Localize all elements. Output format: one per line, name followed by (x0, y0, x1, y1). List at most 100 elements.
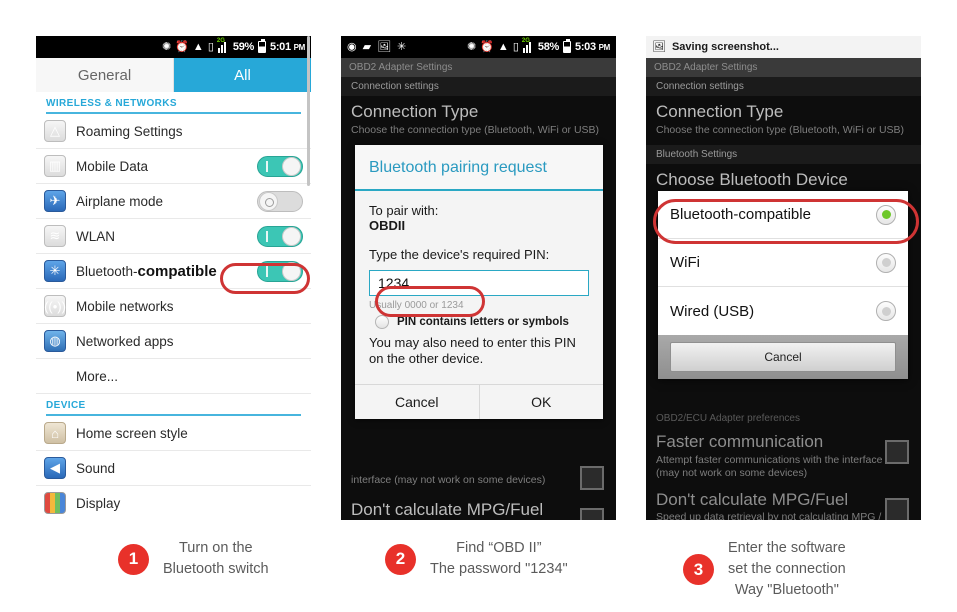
clock-label: 5:01 PM (270, 41, 305, 53)
pin-input[interactable]: 1234 (369, 270, 589, 296)
list-item-label: Bluetooth-compatible (76, 262, 217, 280)
chooser-option-wifi[interactable]: WiFi (658, 239, 908, 287)
background-lower-prefs: OBD2/ECU Adapter preferences Faster comm… (646, 411, 921, 520)
wifi-icon: ▲ (192, 40, 204, 53)
pref-title: Connection Type (351, 102, 479, 121)
step-badge: 2 (385, 543, 416, 575)
list-item-label: WLAN (76, 228, 116, 244)
list-item-airplane-mode[interactable]: ✈ Airplane mode (36, 184, 311, 219)
scrollbar[interactable] (307, 36, 310, 186)
dialog-body: To pair with: OBDII Type the device's re… (355, 191, 603, 376)
pref-dont-calculate-mpg[interactable]: Don't calculate MPG/Fuel Speed up data r… (646, 484, 921, 520)
device-name-label: OBDII (369, 218, 406, 233)
cancel-button[interactable]: Cancel (670, 342, 896, 372)
list-item-roaming-settings[interactable]: △ Roaming Settings (36, 114, 311, 149)
pref-checkbox[interactable] (580, 466, 604, 490)
list-item-label: Networked apps (76, 333, 174, 349)
airplane-mode-toggle[interactable] (257, 190, 303, 212)
pref-checkbox[interactable] (885, 440, 909, 464)
section-label-connection-settings: Connection settings (646, 77, 921, 96)
list-item-mobile-data[interactable]: ▥ Mobile Data (36, 149, 311, 184)
airplane-icon: ✈ (44, 190, 66, 212)
caption-text: Find “OBD II” The password "1234" (430, 538, 568, 580)
list-item-more[interactable]: More... (36, 359, 311, 394)
battery-icon (563, 39, 571, 53)
screenshot-icon: 🖼 (377, 40, 392, 53)
pref-faster-communication-tail[interactable]: interface (may not work on some devices) (341, 466, 616, 494)
chooser-option-wired-usb[interactable]: Wired (USB) (658, 287, 908, 335)
pref-description: Attempt faster communications with the i… (656, 453, 883, 479)
app-title-bar: OBD2 Adapter Settings (646, 58, 921, 77)
dialog-actions: Cancel OK (355, 383, 604, 419)
pref-dont-calculate-mpg[interactable]: Don't calculate MPG/Fuel Speed up data r… (341, 494, 616, 520)
pref-connection-type[interactable]: Connection Type Choose the connection ty… (646, 96, 921, 141)
pin-prompt-label: Type the device's required PIN: (369, 247, 550, 262)
step-badge: 1 (118, 543, 149, 575)
phone-screenshot-2: ◉ ▰ 🖼 ✳ ✺ ⏰ ▲ ▯ 2G 58% 5:03 PM OBD2 Adap… (341, 36, 616, 520)
pref-description: Choose the connection type (Bluetooth, W… (656, 123, 905, 136)
prefs-section-label: OBD2/ECU Adapter preferences (656, 413, 800, 424)
radio-button-selected[interactable] (876, 204, 896, 225)
bluetooth-pairing-dialog: Bluetooth pairing request To pair with: … (355, 145, 603, 419)
caption-text: Enter the software set the connection Wa… (728, 538, 846, 601)
caption-line: Enter the software (728, 540, 846, 556)
caption-line: Turn on the (178, 540, 253, 556)
step-badge: 3 (683, 554, 714, 586)
pref-title: Don't calculate MPG/Fuel (351, 500, 544, 519)
alarm-icon: ⏰ (480, 40, 494, 53)
mobile-data-toggle[interactable] (257, 155, 303, 177)
chooser-option-bluetooth-compatible[interactable]: Bluetooth-compatible (658, 191, 908, 239)
list-item-home-screen-style[interactable]: ⌂ Home screen style (36, 416, 311, 451)
caption-line: Way "Bluetooth" (734, 582, 839, 599)
pref-title: Don't calculate MPG/Fuel (656, 489, 849, 509)
pref-choose-bluetooth-device[interactable]: Choose Bluetooth Device (646, 164, 921, 194)
bluetooth-toggle[interactable] (257, 260, 303, 282)
list-item-label: Roaming Settings (76, 123, 183, 139)
radio-button[interactable] (876, 301, 896, 321)
signal-icon: 2G (217, 38, 229, 53)
pin-hint-label: Usually 0000 or 1234 (369, 300, 464, 311)
pin-letters-checkbox-row[interactable]: PIN contains letters or symbols (375, 315, 589, 329)
caption-line: Find “OBD II” (456, 540, 542, 556)
list-item-wlan[interactable]: ≋ WLAN (36, 219, 311, 254)
checkbox-icon[interactable] (375, 315, 389, 329)
battery-percent-label: 58% (537, 41, 559, 53)
pref-checkbox[interactable] (580, 508, 604, 520)
status-bar-3: 🖼 Saving screenshot... (646, 36, 921, 58)
tab-general[interactable]: General (36, 58, 174, 92)
bluetooth-icon: ✺ (162, 40, 172, 53)
list-item-networked-apps[interactable]: ◍ Networked apps (36, 324, 311, 359)
list-item-display[interactable]: Display (36, 486, 311, 520)
caption-step-3: 3 Enter the software set the connection … (683, 538, 846, 601)
ok-button[interactable]: OK (480, 385, 604, 419)
list-item-bluetooth[interactable]: ✳ Bluetooth-compatible (36, 254, 311, 289)
list-item-sound[interactable]: ◀ Sound (36, 451, 311, 486)
phone-screenshot-3: 🖼 Saving screenshot... OBD2 Adapter Sett… (646, 36, 921, 520)
pair-with-label: To pair with: (369, 203, 439, 218)
phone-screenshot-1: ✺ ⏰ ▲ ▯ 2G 59% 5:01 PM General All WIREL… (36, 36, 311, 520)
list-item-label: Mobile networks (76, 298, 174, 314)
caption-line: Bluetooth switch (163, 561, 269, 578)
list-item-mobile-networks[interactable]: ((•)) Mobile networks (36, 289, 311, 324)
radio-button[interactable] (876, 252, 896, 273)
bluetooth-icon: ✺ (467, 40, 477, 53)
cancel-button[interactable]: Cancel (355, 384, 480, 419)
settings-list: WIRELESS & NETWORKS △ Roaming Settings ▥… (36, 92, 311, 520)
usb-debug-icon: ▰ (362, 40, 372, 53)
tab-all[interactable]: All (174, 58, 311, 92)
pref-description: Choose the connection type (Bluetooth, W… (351, 123, 600, 136)
chooser-footer: Cancel (658, 335, 908, 379)
caption-step-2: 2 Find “OBD II” The password "1234" (385, 538, 568, 580)
pref-faster-communication[interactable]: Faster communication Attempt faster comm… (646, 426, 921, 484)
list-item-label: Airplane mode (76, 193, 164, 209)
pref-checkbox[interactable] (885, 497, 909, 520)
tutorial-page: ✺ ⏰ ▲ ▯ 2G 59% 5:01 PM General All WIREL… (0, 0, 957, 612)
wlan-toggle[interactable] (257, 225, 303, 247)
status-bar-2: ◉ ▰ 🖼 ✳ ✺ ⏰ ▲ ▯ 2G 58% 5:03 PM (341, 36, 616, 58)
background-lower-prefs: interface (may not work on some devices)… (341, 466, 616, 520)
checkbox-label: PIN contains letters or symbols (397, 316, 569, 328)
pref-title: Connection Type (656, 102, 784, 121)
pref-connection-type[interactable]: Connection Type Choose the connection ty… (341, 96, 616, 141)
dialog-note: You may also need to enter this PIN on t… (369, 335, 576, 367)
pref-title: Faster communication (656, 432, 824, 451)
